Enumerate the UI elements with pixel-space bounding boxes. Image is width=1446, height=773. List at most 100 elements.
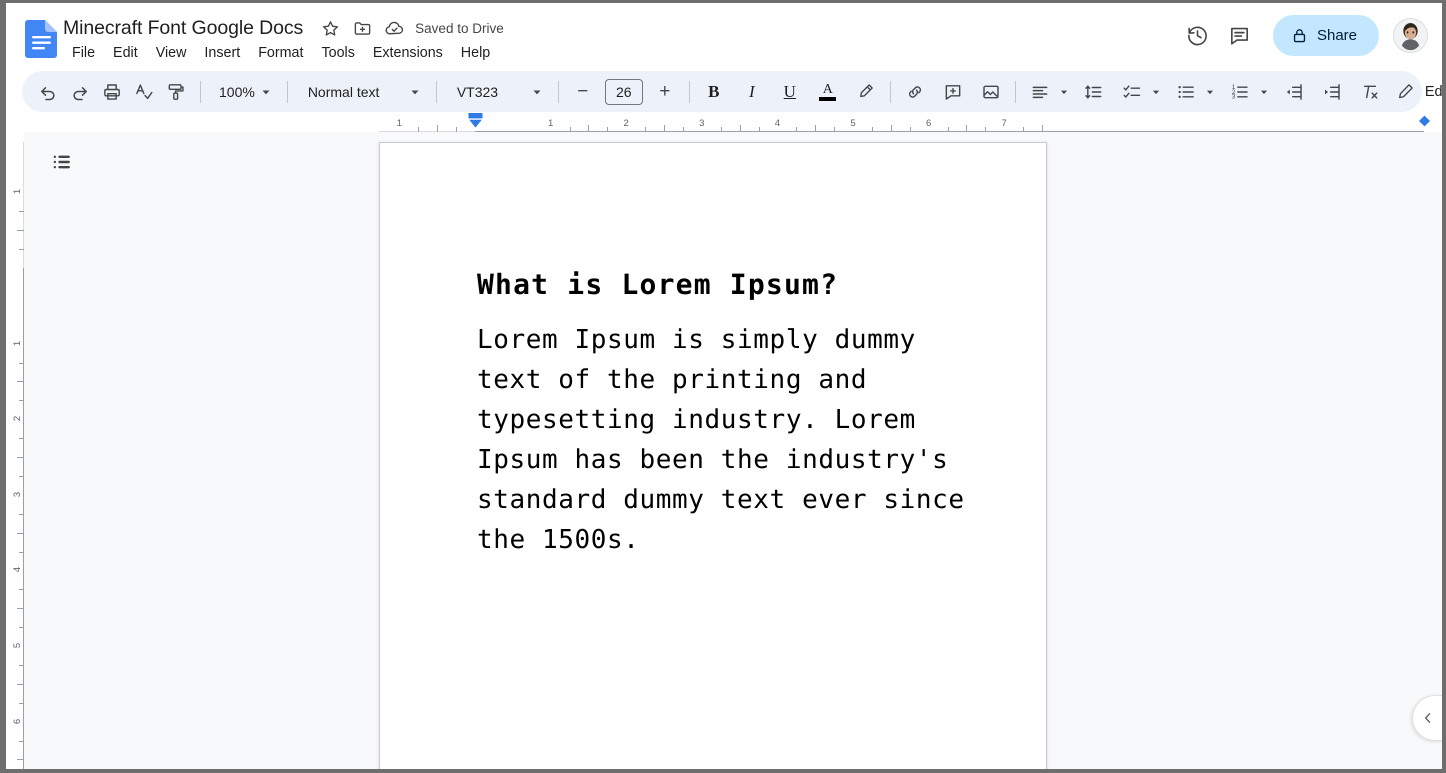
- italic-icon: I: [748, 81, 755, 101]
- editing-mode-button[interactable]: Editing: [1386, 76, 1446, 108]
- increase-indent-button[interactable]: [1316, 76, 1348, 108]
- menu-edit[interactable]: Edit: [104, 42, 147, 65]
- minus-icon: −: [577, 81, 589, 102]
- save-status: Saved to Drive: [415, 20, 504, 36]
- ruler-tick: [17, 759, 24, 761]
- toolbar-divider: [557, 80, 559, 103]
- bold-button[interactable]: B: [698, 76, 730, 108]
- text-color-icon: A: [822, 81, 833, 97]
- plus-icon: +: [659, 81, 671, 102]
- highlight-color-button[interactable]: [850, 76, 882, 108]
- ruler-number: 1: [11, 340, 23, 346]
- bulleted-list-dropdown[interactable]: [1202, 76, 1218, 108]
- document-header: Minecraft Font Google Docs Saved to Driv…: [6, 3, 1442, 66]
- chevron-down-icon: [528, 83, 546, 101]
- menu-view[interactable]: View: [147, 42, 196, 65]
- ruler-number: 2: [623, 118, 629, 129]
- ruler-tick: [437, 125, 439, 132]
- text-color-button[interactable]: A: [812, 76, 844, 108]
- comments-icon[interactable]: [1219, 14, 1261, 56]
- menu-help[interactable]: Help: [452, 42, 499, 65]
- chevron-down-icon: [257, 83, 275, 101]
- menu-tools[interactable]: Tools: [312, 42, 363, 65]
- toolbar-divider: [1014, 80, 1016, 103]
- document-page[interactable]: What is Lorem Ipsum? Lorem Ipsum is simp…: [379, 142, 1047, 773]
- paragraph-style-select[interactable]: Normal text: [296, 76, 428, 108]
- docs-file-icon[interactable]: [24, 18, 59, 58]
- page-title[interactable]: Minecraft Font Google Docs: [63, 15, 317, 41]
- window-border-top: [0, 0, 1446, 3]
- insert-link-button[interactable]: [899, 76, 931, 108]
- zoom-value: 100%: [219, 83, 255, 100]
- undo-button[interactable]: [32, 76, 64, 108]
- insert-image-button[interactable]: [975, 76, 1007, 108]
- ruler-tick: [588, 125, 590, 132]
- line-spacing-button[interactable]: [1078, 76, 1110, 108]
- ruler-tick: [890, 125, 892, 132]
- ruler-tick: [739, 125, 741, 132]
- print-button[interactable]: [96, 76, 128, 108]
- ruler-tick: [17, 457, 24, 458]
- bold-icon: B: [708, 81, 720, 101]
- spellcheck-button[interactable]: [128, 76, 160, 108]
- toolbar-divider: [200, 80, 201, 103]
- ruler-number: 5: [850, 118, 856, 129]
- ruler-number: 4: [11, 567, 23, 573]
- avatar[interactable]: [1393, 17, 1428, 53]
- ruler-number: 3: [699, 118, 705, 129]
- ruler-number: 3: [11, 491, 23, 497]
- menu-file[interactable]: File: [63, 42, 104, 65]
- numbered-list-button[interactable]: 1 2 3: [1224, 76, 1256, 108]
- chevron-down-icon: [406, 83, 424, 101]
- document-outline-button[interactable]: [42, 142, 82, 182]
- svg-text:3: 3: [1232, 93, 1236, 100]
- decrease-font-size-button[interactable]: −: [567, 76, 599, 108]
- font-size-input[interactable]: 26: [604, 78, 643, 105]
- share-button[interactable]: Share: [1272, 14, 1379, 56]
- document-heading: What is Lorem Ipsum?: [477, 268, 839, 301]
- font-family-value: VT323: [456, 83, 499, 100]
- italic-button[interactable]: I: [736, 76, 768, 108]
- decrease-indent-button[interactable]: [1278, 76, 1310, 108]
- checklist-dropdown[interactable]: [1148, 76, 1164, 108]
- numbered-list-dropdown[interactable]: [1256, 76, 1272, 108]
- clear-formatting-button[interactable]: [1354, 76, 1386, 108]
- align-button[interactable]: [1024, 76, 1056, 108]
- align-dropdown[interactable]: [1056, 76, 1072, 108]
- left-indent-marker[interactable]: [468, 113, 483, 129]
- checklist-button[interactable]: [1116, 76, 1148, 108]
- increase-font-size-button[interactable]: +: [649, 76, 681, 108]
- ruler-tick: [815, 125, 817, 132]
- move-to-folder-icon[interactable]: [349, 15, 375, 41]
- horizontal-ruler[interactable]: 1 1 2 3 4 5 6 7: [6, 112, 1442, 132]
- ruler-tick: [966, 125, 968, 132]
- font-family-select[interactable]: VT323: [445, 76, 550, 108]
- right-indent-marker[interactable]: [1418, 115, 1431, 127]
- ruler-tick: [664, 125, 665, 132]
- ruler-number: 1: [11, 189, 23, 195]
- vertical-ruler[interactable]: 1 1 2 3 4 5 6: [6, 132, 24, 773]
- menu-extensions[interactable]: Extensions: [364, 42, 452, 65]
- document-canvas: What is Lorem Ipsum? Lorem Ipsum is simp…: [24, 132, 1442, 773]
- ruler-tick: [17, 230, 24, 232]
- docs-window: Minecraft Font Google Docs Saved to Driv…: [0, 0, 1446, 773]
- underline-button[interactable]: U: [774, 76, 806, 108]
- pencil-icon: [1396, 82, 1415, 101]
- toolbar-divider: [889, 80, 891, 103]
- window-border-left: [0, 0, 6, 773]
- ruler-tick: [17, 532, 24, 534]
- zoom-control[interactable]: 100%: [209, 76, 279, 108]
- chevron-left-icon: [1420, 710, 1436, 726]
- text-color-swatch: [819, 96, 837, 101]
- add-comment-button[interactable]: [937, 76, 969, 108]
- document-paragraph: Lorem Ipsum is simply dummy text of the …: [477, 325, 981, 555]
- star-icon[interactable]: [317, 15, 343, 41]
- document-body[interactable]: What is Lorem Ipsum? Lorem Ipsum is simp…: [477, 268, 967, 560]
- redo-button[interactable]: [64, 76, 96, 108]
- bulleted-list-button[interactable]: [1170, 76, 1202, 108]
- ruler-number: 2: [11, 416, 23, 422]
- paint-format-button[interactable]: [160, 76, 192, 108]
- version-history-icon[interactable]: [1177, 14, 1219, 56]
- menu-insert[interactable]: Insert: [195, 42, 249, 65]
- menu-format[interactable]: Format: [249, 42, 312, 65]
